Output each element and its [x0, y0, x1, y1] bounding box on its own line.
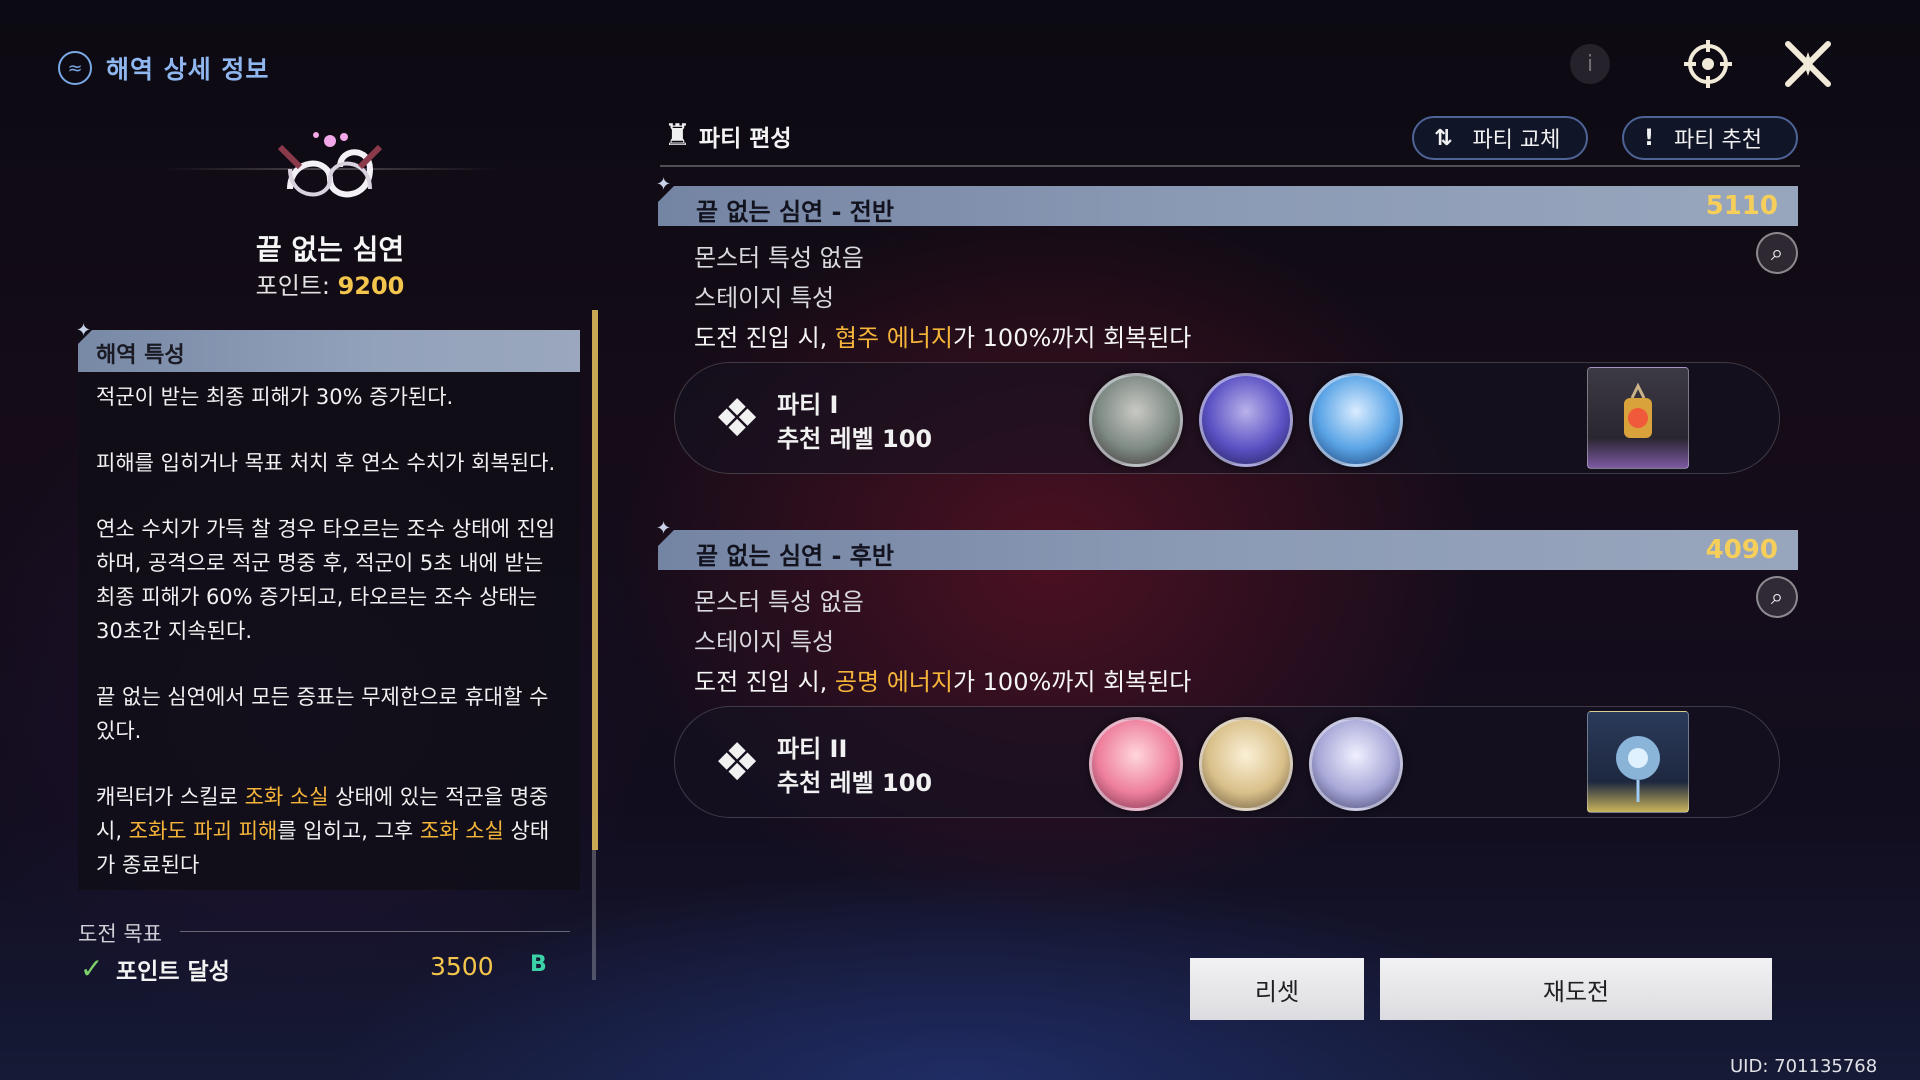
sea-emblem-icon: ≈: [58, 51, 92, 85]
lantern-icon: [1624, 382, 1652, 438]
party-recommended-level: 추천 레벨 100: [777, 425, 933, 453]
party-header-divider: [660, 165, 1800, 167]
swap-arrows-icon: ⇅: [1434, 125, 1453, 151]
highlight-term: 공명 에너지: [834, 668, 953, 696]
text-span: 가 100%까지 회복된다: [952, 324, 1192, 352]
trait-paragraph: 피해를 입히거나 목표 처치 후 연소 수치가 회복된다.: [96, 451, 556, 475]
crystal-flower-icon: [1616, 736, 1660, 802]
echo-item-slot[interactable]: [1587, 367, 1689, 469]
party-card-1[interactable]: ❖ 파티 I 추천 레벨 100: [674, 362, 1780, 474]
party-swap-label: 파티 교체: [1472, 128, 1561, 153]
text-span: 캐릭터가 스킬로: [96, 785, 245, 809]
highlight-term: 조화 소실: [419, 819, 504, 843]
text-span: 가 100%까지 회복된다: [952, 668, 1192, 696]
party-glyph-icon: ❖: [713, 733, 761, 793]
stage-name: 끝 없는 심연 - 전반: [696, 198, 894, 226]
close-icon[interactable]: [1776, 32, 1840, 96]
goal-name: 포인트 달성: [116, 959, 230, 985]
stage-score: 5110: [1705, 191, 1778, 221]
page-title: 해역 상세 정보: [106, 55, 270, 84]
goal-value: 3500: [430, 952, 494, 981]
stage-trait-label: 스테이지 특성: [694, 628, 835, 656]
text-span: 도전 진입 시,: [694, 324, 835, 352]
exclamation-icon: !: [1644, 125, 1655, 151]
highlight-term: 조화도 파괴 피해: [128, 819, 278, 843]
stage-score: 4090: [1705, 535, 1778, 565]
abyss-emblem: [240, 122, 420, 232]
stage-bar-first: 끝 없는 심연 - 전반 5110: [658, 186, 1798, 226]
trait-paragraph: 연소 수치가 가득 찰 경우 타오르는 조수 상태에 진입하며, 공격으로 적군…: [96, 517, 556, 643]
reset-button[interactable]: 리셋: [1190, 958, 1364, 1020]
sea-traits-title: 해역 특성: [96, 343, 185, 368]
party-recommend-label: 파티 추천: [1674, 128, 1763, 153]
character-avatar[interactable]: [1089, 373, 1183, 467]
stage-trait-desc: 도전 진입 시, 협주 에너지가 100%까지 회복된다: [694, 318, 1191, 353]
character-avatar[interactable]: [1199, 717, 1293, 811]
stage-name: 끝 없는 심연 - 후반: [696, 542, 894, 570]
page-header: ≈ 해역 상세 정보: [58, 50, 269, 86]
sparkle-icon: ✦: [76, 320, 92, 341]
character-avatar[interactable]: [1309, 717, 1403, 811]
user-id: UID: 701135768: [1730, 1056, 1878, 1077]
party-formation-title: ♜ 파티 편성: [664, 118, 792, 153]
mode-name: 끝 없는 심연: [255, 233, 405, 266]
party-card-2[interactable]: ❖ 파티 II 추천 레벨 100: [674, 706, 1780, 818]
compass-icon[interactable]: [1676, 32, 1740, 96]
party-name: 파티 II: [777, 735, 848, 763]
mode-points: 포인트: 9200: [160, 266, 500, 301]
points-label: 포인트:: [255, 272, 338, 300]
goal-rank-badge: B: [530, 952, 547, 977]
search-icon[interactable]: ⌕: [1756, 232, 1798, 274]
goal-label: 도전 목표: [78, 922, 162, 946]
retry-button[interactable]: 재도전: [1380, 958, 1772, 1020]
sea-traits-text[interactable]: 적군이 받는 최종 피해가 30% 증가된다. 피해를 입히거나 목표 처치 후…: [96, 380, 566, 914]
echo-item-slot[interactable]: [1587, 711, 1689, 813]
stage-bar-second: 끝 없는 심연 - 후반 4090: [658, 530, 1798, 570]
character-avatar[interactable]: [1309, 373, 1403, 467]
highlight-term: 조화 소실: [244, 785, 329, 809]
points-value: 9200: [337, 272, 405, 300]
party-name: 파티 I: [777, 391, 839, 419]
monster-trait: 몬스터 특성 없음: [694, 588, 864, 616]
party-recommend-button[interactable]: ! 파티 추천: [1622, 116, 1798, 160]
monster-trait: 몬스터 특성 없음: [694, 244, 864, 272]
party-recommended-level: 추천 레벨 100: [777, 769, 933, 797]
trait-paragraph: 캐릭터가 스킬로 조화 소실 상태에 있는 적군을 명중 시, 조화도 파괴 피…: [96, 780, 566, 882]
stage-trait-label: 스테이지 특성: [694, 284, 835, 312]
info-icon[interactable]: i: [1570, 44, 1610, 84]
search-icon[interactable]: ⌕: [1756, 576, 1798, 618]
character-avatar[interactable]: [1089, 717, 1183, 811]
sea-traits-header: 해역 특성: [78, 330, 580, 372]
tower-icon: ♜: [664, 118, 691, 153]
character-avatar[interactable]: [1199, 373, 1293, 467]
trait-paragraph: 적군이 받는 최종 피해가 30% 증가된다.: [96, 385, 454, 409]
stage-trait-desc: 도전 진입 시, 공명 에너지가 100%까지 회복된다: [694, 662, 1191, 697]
text-span: 도전 진입 시,: [694, 668, 835, 696]
party-glyph-icon: ❖: [713, 389, 761, 449]
scrollbar-thumb[interactable]: [592, 310, 598, 850]
trait-paragraph: 끝 없는 심연에서 모든 증표는 무제한으로 휴대할 수 있다.: [96, 685, 549, 743]
party-swap-button[interactable]: ⇅ 파티 교체: [1412, 116, 1588, 160]
party-formation-label: 파티 편성: [698, 125, 792, 152]
text-span: 를 입히고, 그후: [277, 819, 420, 843]
goal-divider: [180, 931, 570, 932]
check-icon: ✓: [80, 952, 104, 985]
highlight-term: 협주 에너지: [834, 324, 953, 352]
